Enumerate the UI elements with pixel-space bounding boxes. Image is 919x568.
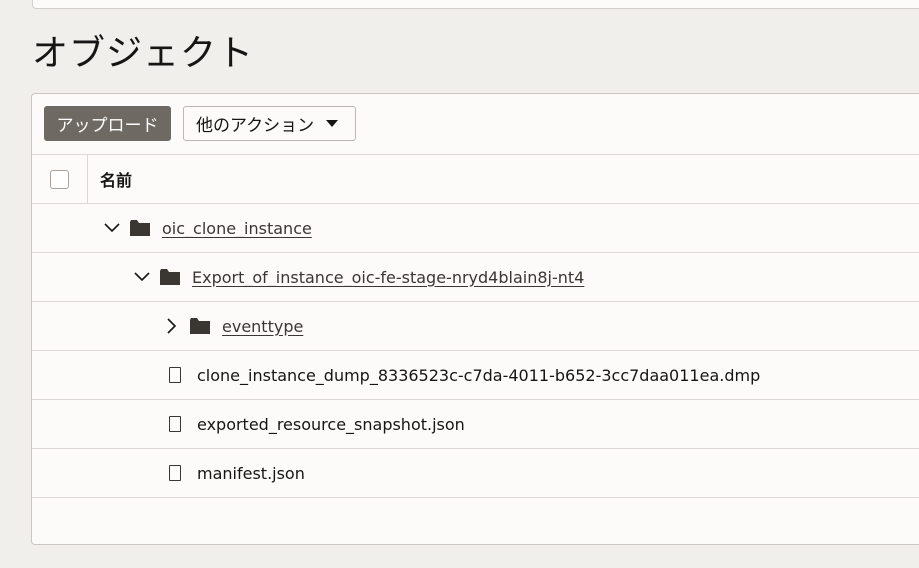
- caret-down-icon: [326, 120, 339, 127]
- file-name[interactable]: exported_resource_snapshot.json: [197, 415, 465, 434]
- objects-table: 名前 oic_clone_instance Export_of_instance…: [32, 154, 919, 498]
- chevron-down-icon[interactable]: [102, 218, 122, 238]
- table-header: 名前: [32, 154, 919, 203]
- tree-item: eventtype: [162, 302, 303, 350]
- upload-button[interactable]: アップロード: [44, 106, 171, 141]
- objects-panel: アップロード 他のアクション 名前 oic_clone_instance Exp…: [31, 93, 919, 545]
- table-row: clone_instance_dump_8336523c-c7da-4011-b…: [32, 350, 919, 399]
- column-header-name: 名前: [100, 171, 133, 190]
- more-actions-button[interactable]: 他のアクション: [183, 106, 356, 141]
- table-row: oic_clone_instance: [32, 203, 919, 252]
- select-all-checkbox[interactable]: [50, 169, 69, 189]
- table-row: manifest.json: [32, 448, 919, 498]
- tree-item: Export_of_instance_oic-fe-stage-nryd4bla…: [132, 253, 584, 301]
- file-name[interactable]: manifest.json: [197, 464, 305, 483]
- tree-item: clone_instance_dump_8336523c-c7da-4011-b…: [169, 351, 760, 399]
- file-icon: [169, 416, 181, 432]
- folder-link[interactable]: Export_of_instance_oic-fe-stage-nryd4bla…: [192, 268, 584, 287]
- select-all-cell: [32, 155, 88, 203]
- top-panel-edge: [32, 0, 919, 9]
- table-row: Export_of_instance_oic-fe-stage-nryd4bla…: [32, 252, 919, 301]
- page-title: オブジェクト: [32, 33, 255, 74]
- tree-item: manifest.json: [169, 449, 305, 497]
- table-row: exported_resource_snapshot.json: [32, 399, 919, 448]
- folder-icon: [130, 220, 150, 236]
- tree-item: oic_clone_instance: [102, 204, 312, 252]
- folder-icon: [160, 269, 180, 285]
- folder-link[interactable]: oic_clone_instance: [162, 219, 312, 238]
- table-row: eventtype: [32, 301, 919, 350]
- folder-link[interactable]: eventtype: [222, 317, 303, 336]
- toolbar: アップロード 他のアクション: [44, 106, 356, 141]
- chevron-right-icon[interactable]: [162, 316, 182, 336]
- file-icon: [169, 367, 181, 383]
- more-actions-label: 他のアクション: [196, 116, 315, 136]
- file-name[interactable]: clone_instance_dump_8336523c-c7da-4011-b…: [197, 366, 760, 385]
- folder-icon: [190, 318, 210, 334]
- file-icon: [169, 465, 181, 481]
- chevron-down-icon[interactable]: [132, 267, 152, 287]
- tree-item: exported_resource_snapshot.json: [169, 400, 465, 448]
